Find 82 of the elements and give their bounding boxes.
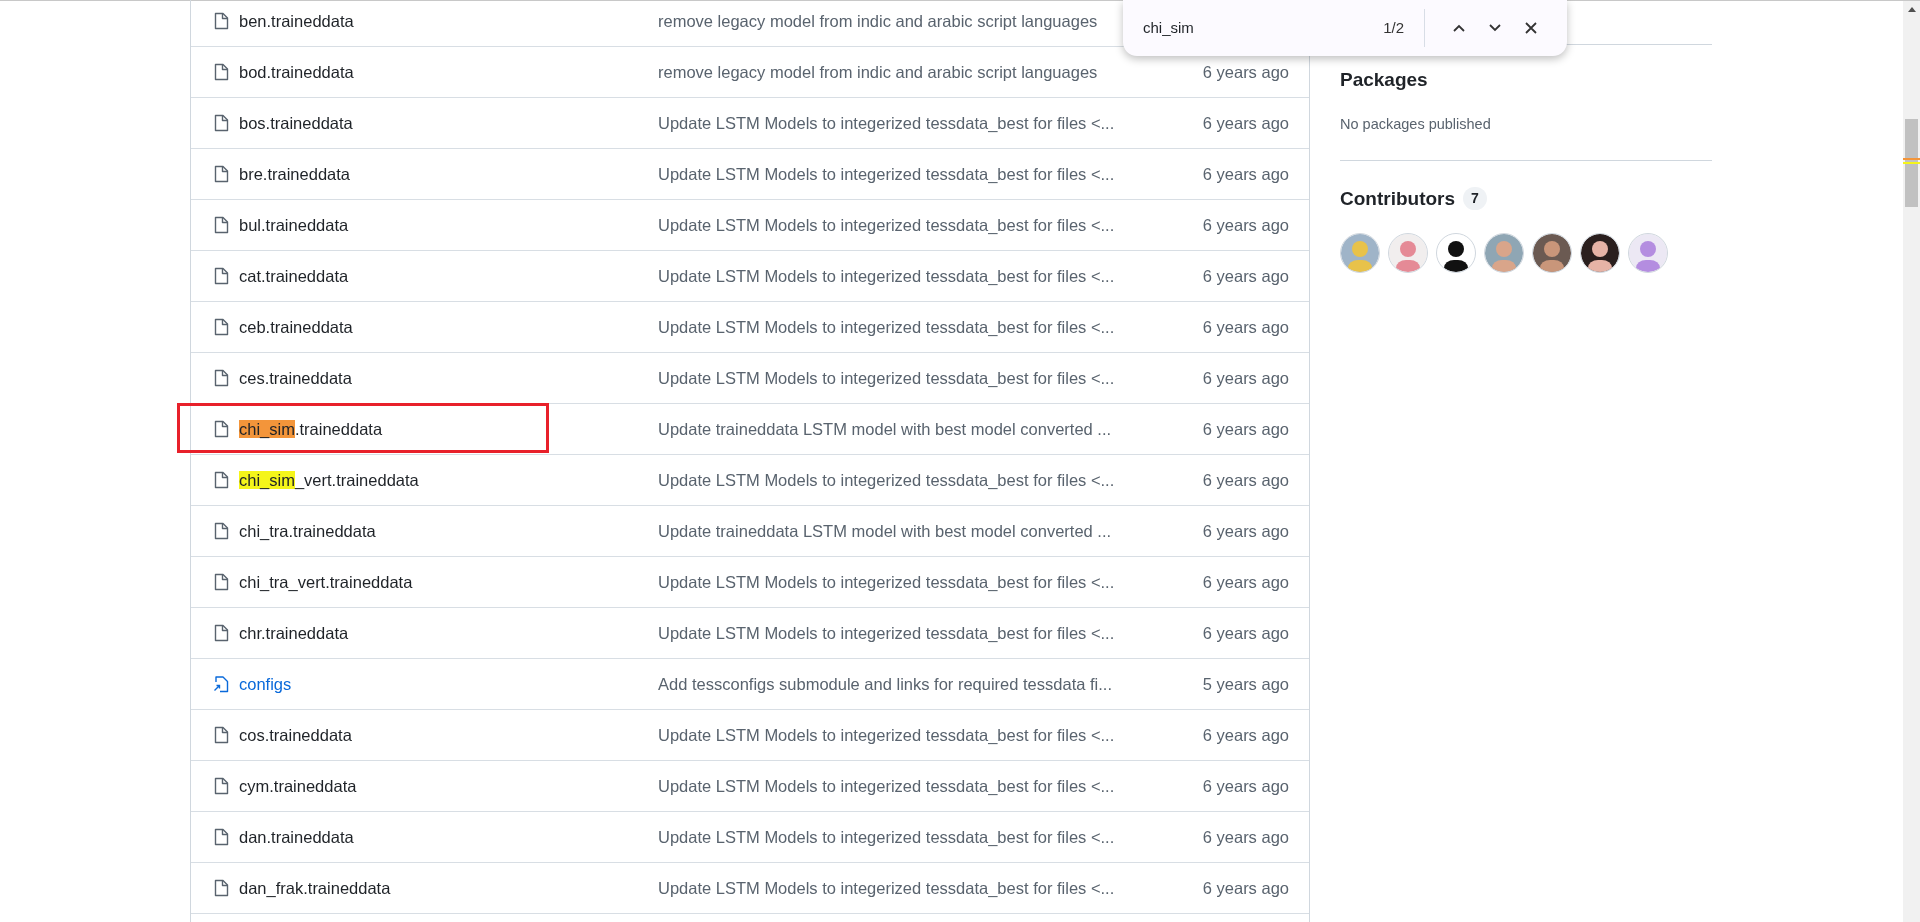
commit-age: 6 years ago (1201, 163, 1290, 185)
match-count: 1/2 (1383, 17, 1404, 38)
file-icon (213, 114, 229, 132)
file-link[interactable]: ceb.traineddata (239, 314, 353, 340)
file-link[interactable]: chi_sim.traineddata (239, 416, 383, 442)
file-link[interactable]: bod.traineddata (239, 59, 354, 85)
file-link[interactable]: dan_frak.traineddata (239, 875, 391, 901)
file-icon (213, 63, 229, 81)
file-link[interactable]: ces.traineddata (239, 365, 352, 391)
commit-age: 6 years ago (1201, 61, 1290, 83)
file-icon (213, 369, 229, 387)
file-link[interactable]: bul.traineddata (239, 212, 349, 238)
file-icon (213, 471, 229, 489)
commit-message-link[interactable]: Update LSTM Models to integerized tessdata_best for files <... (658, 317, 1115, 336)
file-link[interactable]: bos.traineddata (239, 110, 353, 136)
commit-message-link[interactable]: Update LSTM Models to integerized tessdata_best for files <... (658, 164, 1115, 183)
commit-message-link[interactable]: Update LSTM Models to integerized tessdata_best for files <... (658, 776, 1115, 795)
file-link[interactable]: cat.traineddata (239, 263, 349, 289)
file-link[interactable]: ben.traineddata (239, 8, 354, 34)
commit-age: 6 years ago (1201, 622, 1290, 644)
commit-message-link[interactable]: Add tessconfigs submodule and links for required tessdata fi... (658, 674, 1112, 693)
commit-age: 5 years ago (1201, 673, 1290, 695)
file-icon (213, 777, 229, 795)
file-icon (213, 12, 229, 30)
commit-age: 6 years ago (1201, 877, 1290, 899)
file-icon (213, 624, 229, 642)
commit-age: 6 years ago (1201, 112, 1290, 134)
file-link[interactable]: cos.traineddata (239, 722, 352, 748)
file-icon (213, 573, 229, 591)
file-link[interactable]: chr.traineddata (239, 620, 349, 646)
avatar[interactable] (1580, 233, 1620, 274)
commit-age: 6 years ago (1201, 520, 1290, 542)
commit-message-link[interactable]: Update LSTM Models to integerized tessdata_best for files <... (658, 623, 1115, 642)
commit-message-link[interactable]: Update LSTM Models to integerized tessdata_best for files <... (658, 368, 1115, 387)
avatar[interactable] (1436, 233, 1476, 274)
commit-age: 6 years ago (1201, 724, 1290, 746)
empty-text: No packages published (1340, 114, 1492, 134)
commit-message-link[interactable]: Update LSTM Models to integerized tessdata_best for files <... (658, 827, 1115, 846)
commit-message-link[interactable]: Update traineddata LSTM model with best model converted ... (658, 419, 1112, 438)
file-icon (213, 318, 229, 336)
submodule-icon (213, 675, 229, 693)
commit-message-link[interactable]: Update LSTM Models to integerized tessdata_best for files <... (658, 215, 1115, 234)
count-badge: 7 (1463, 187, 1487, 211)
commit-age: 6 years ago (1201, 469, 1290, 491)
file-icon (213, 828, 229, 846)
file-link[interactable]: chi_tra.traineddata (239, 518, 376, 544)
section-heading[interactable]: Contributors (1340, 184, 1456, 214)
file-icon (213, 267, 229, 285)
commit-message-link[interactable]: Update LSTM Models to integerized tessdata_best for files <... (658, 266, 1115, 285)
commit-message-link[interactable]: Update LSTM Models to integerized tessdata_best for files <... (658, 725, 1115, 744)
scroll-up-icon (1907, 7, 1916, 12)
file-icon (213, 522, 229, 540)
file-icon (213, 879, 229, 897)
commit-age: 6 years ago (1201, 265, 1290, 287)
submodule-link[interactable]: configs (239, 671, 292, 697)
commit-age: 6 years ago (1201, 571, 1290, 593)
commit-message-link[interactable]: remove legacy model from indic and arabic script languages (658, 62, 1098, 81)
close-icon (1523, 20, 1539, 36)
file-icon (213, 420, 229, 438)
commit-message-link[interactable]: Update LSTM Models to integerized tessdata_best for files <... (658, 878, 1115, 897)
file-link[interactable]: cym.traineddata (239, 773, 357, 799)
commit-age: 6 years ago (1201, 367, 1290, 389)
commit-message-link[interactable]: Update LSTM Models to integerized tessdata_best for files <... (658, 470, 1115, 489)
commit-age: 6 years ago (1201, 214, 1290, 236)
section-heading: Packages (1340, 69, 1429, 92)
file-link[interactable]: bre.traineddata (239, 161, 350, 187)
file-icon (213, 216, 229, 234)
scrollbar-thumb[interactable] (1905, 119, 1918, 207)
commit-message-link[interactable]: Update LSTM Models to integerized tessdata_best for files <... (658, 572, 1115, 591)
commit-age: 6 years ago (1201, 418, 1290, 440)
commit-message-link[interactable]: Update LSTM Models to integerized tessdata_best for files <... (658, 113, 1115, 132)
find-field[interactable]: chi_sim (1141, 15, 1341, 41)
commit-age: 6 years ago (1201, 316, 1290, 338)
file-icon (213, 165, 229, 183)
file-link[interactable]: chi_tra_vert.traineddata (239, 569, 413, 595)
commit-age: 6 years ago (1201, 775, 1290, 797)
avatar[interactable] (1532, 233, 1572, 274)
commit-message-link[interactable]: Update traineddata LSTM model with best model converted ... (658, 521, 1112, 540)
commit-message-link[interactable]: remove legacy model from indic and arabic script languages (658, 11, 1098, 30)
commit-age: 6 years ago (1201, 826, 1290, 848)
file-link[interactable]: dan.traineddata (239, 824, 354, 850)
file-icon (213, 726, 229, 744)
